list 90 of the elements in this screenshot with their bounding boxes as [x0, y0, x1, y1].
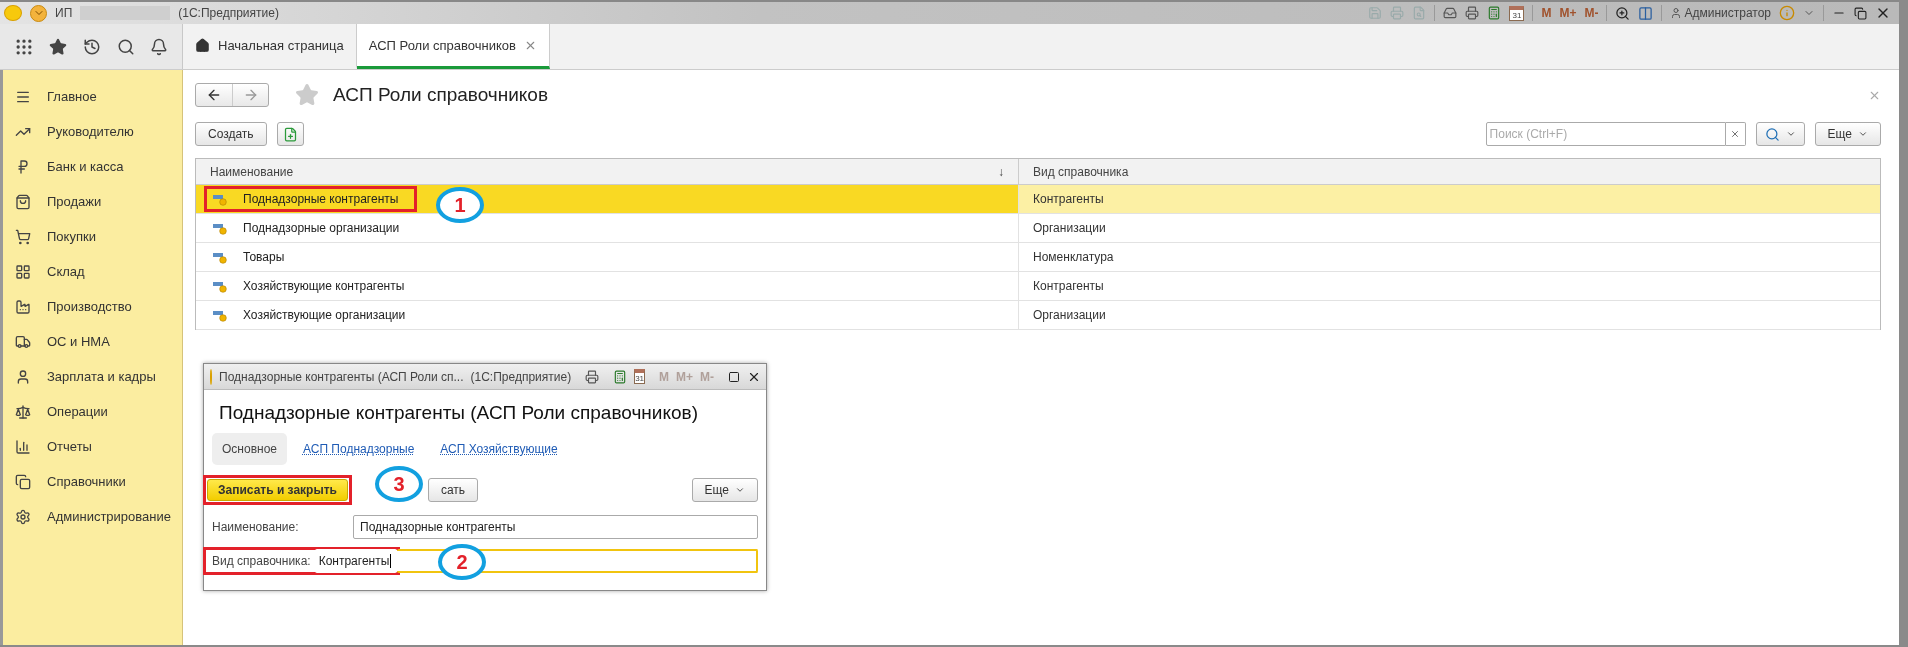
table-cell: Поднадзорные организации [243, 221, 400, 235]
catalog-icon [213, 192, 227, 206]
pages-icon [15, 473, 31, 490]
clear-button[interactable] [1725, 122, 1746, 146]
table-row[interactable]: Хозяйствующие организации Организации [196, 301, 1880, 330]
user-name[interactable]: Администратор [1684, 6, 1771, 20]
sidebar-item[interactable]: Главное [3, 79, 182, 114]
dialog-heading: Поднадзорные контрагенты (АСП Роли справочников) [219, 402, 699, 424]
catalog-icon [213, 308, 227, 322]
window-title: ИП [55, 6, 73, 20]
home-icon [195, 37, 210, 53]
ruble-icon [15, 158, 31, 175]
more-button[interactable]: Еще [691, 478, 758, 502]
tray-icon[interactable] [1443, 6, 1458, 20]
star-icon[interactable] [49, 37, 68, 56]
caret-icon [735, 485, 745, 495]
catalog-icon [213, 221, 227, 235]
sidebar-item[interactable]: Операции [3, 394, 182, 429]
tab[interactable]: АСП Поднадзорные [293, 433, 425, 465]
caret-icon [1785, 129, 1796, 139]
save-and-close-button[interactable]: Записать и закрыть [207, 479, 348, 501]
sidebar-item[interactable]: Зарплата и кадры [3, 359, 182, 394]
truck-icon [15, 333, 31, 350]
search-field[interactable]: Поиск (Ctrl+F) [1485, 122, 1726, 146]
person-icon [15, 368, 31, 385]
app-name: (1С:Предприятие) [470, 369, 572, 384]
column-header[interactable]: Вид справочника [1018, 159, 1880, 184]
history-icon[interactable] [83, 37, 101, 56]
sidebar-item[interactable]: Руководителю [3, 114, 182, 149]
table-cell: Контрагенты [1018, 185, 1880, 213]
menu-dropdown-icon[interactable] [30, 4, 47, 22]
table-cell: Хозяйствующие контрагенты [243, 279, 405, 293]
search-button[interactable] [1755, 122, 1805, 146]
calendar-icon[interactable]: 31 [634, 369, 646, 384]
catalog-icon [213, 250, 227, 264]
file-plus-icon [282, 126, 298, 142]
scales-icon [15, 403, 31, 420]
field-label: Наименование: [212, 520, 299, 534]
table-cell: Хозяйствующие организации [243, 308, 406, 322]
bag-icon [15, 193, 31, 210]
clear-icon [1730, 129, 1741, 139]
tab[interactable]: Основное [212, 433, 287, 465]
add-file-button[interactable] [276, 122, 304, 146]
input-field[interactable]: Контрагенты [314, 549, 398, 573]
grid-icon [15, 263, 31, 280]
more-button[interactable]: Еще [1814, 122, 1881, 146]
user-icon [1670, 7, 1683, 19]
sidebar-item[interactable]: ОС и НМА [3, 324, 182, 359]
table-cell: Товары [243, 250, 285, 264]
printer-icon[interactable] [1465, 6, 1480, 20]
tab[interactable]: АСП Хозяйствующие [430, 433, 568, 465]
tab[interactable]: Начальная страница [183, 24, 357, 69]
printer-icon[interactable] [585, 369, 600, 384]
bar-chart-icon [15, 438, 31, 455]
save-button[interactable]: сать [427, 478, 479, 502]
page-title: АСП Роли справочников [333, 84, 549, 106]
sidebar-item[interactable]: Отчеты [3, 429, 182, 464]
search-icon [1764, 126, 1780, 142]
table-row[interactable]: Товары Номенклатура [196, 243, 1880, 272]
restore-icon[interactable] [1854, 6, 1867, 20]
input-field[interactable]: Поднадзорные контрагенты [353, 515, 758, 539]
field-label: Вид справочника: [212, 554, 311, 568]
sidebar-item[interactable]: Банк и касса [3, 149, 182, 184]
table-cell: Поднадзорные контрагенты [243, 192, 399, 206]
table-row[interactable]: Хозяйствующие контрагенты Контрагенты [196, 272, 1880, 301]
zoom-icon[interactable] [1615, 5, 1631, 21]
column-header[interactable]: Наименование ↓ [196, 159, 1018, 184]
panels-icon[interactable] [1638, 5, 1654, 21]
settings-icon [15, 508, 31, 525]
bell-icon[interactable] [150, 37, 169, 56]
app-name: (1С:Предприятие) [178, 6, 279, 20]
dialog-title: Поднадзорные контрагенты (АСП Роли сп... [219, 369, 464, 384]
sidebar-item[interactable]: Производство [3, 289, 182, 324]
cart-icon [15, 228, 31, 245]
sidebar-item[interactable]: Справочники [3, 464, 182, 499]
sidebar-item[interactable]: Администрирование [3, 499, 182, 534]
caret-icon [1858, 129, 1868, 139]
sidebar-item[interactable]: Покупки [3, 219, 182, 254]
calculator-icon[interactable] [613, 369, 628, 384]
maximize-icon[interactable] [728, 370, 741, 383]
sidebar-item[interactable]: Продажи [3, 184, 182, 219]
tab[interactable]: АСП Роли справочников [356, 24, 550, 69]
calculator-icon[interactable] [1487, 6, 1502, 20]
sidebar-item[interactable]: Склад [3, 254, 182, 289]
table-row[interactable]: Поднадзорные организации Организации [196, 214, 1880, 243]
search-icon[interactable] [116, 37, 135, 56]
create-button[interactable]: Создать [195, 122, 267, 146]
calendar-icon[interactable]: 31 [1509, 5, 1525, 21]
catalog-icon [213, 279, 227, 293]
factory-icon [15, 298, 31, 315]
